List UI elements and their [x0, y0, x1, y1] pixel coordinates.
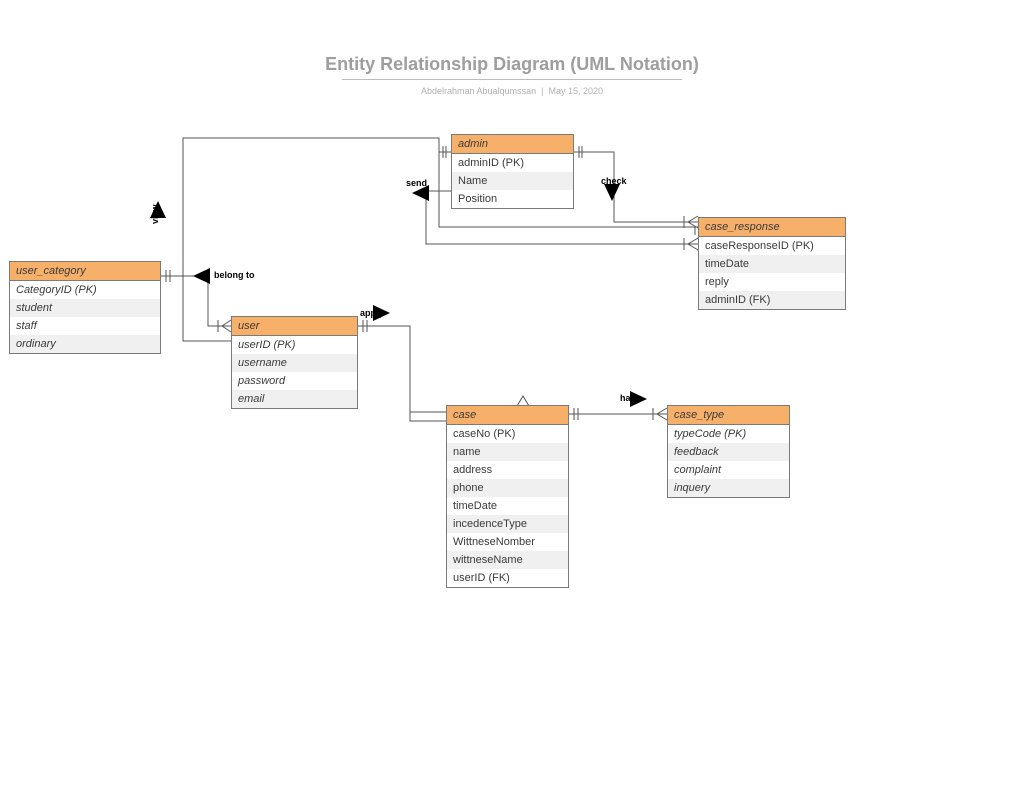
- entity-case-response-title: case_response: [699, 218, 845, 237]
- attr: email: [232, 390, 357, 408]
- rel-belong-to-label: belong to: [214, 270, 255, 280]
- attr: username: [232, 354, 357, 372]
- attr: feedback: [668, 443, 789, 461]
- entity-user-title: user: [232, 317, 357, 336]
- rel-check-label: check: [601, 176, 627, 186]
- attr: incedenceType: [447, 515, 568, 533]
- attr: adminID (FK): [699, 291, 845, 309]
- attr: caseNo (PK): [447, 425, 568, 443]
- attr: Name: [452, 172, 573, 190]
- entity-user[interactable]: user userID (PK) username password email: [231, 316, 358, 409]
- entity-user-category-title: user_category: [10, 262, 160, 281]
- attr: timeDate: [699, 255, 845, 273]
- attr: CategoryID (PK): [10, 281, 160, 299]
- attr: student: [10, 299, 160, 317]
- attr: complaint: [668, 461, 789, 479]
- attr: typeCode (PK): [668, 425, 789, 443]
- attr: timeDate: [447, 497, 568, 515]
- attr: WittneseNomber: [447, 533, 568, 551]
- date: May 15, 2020: [548, 86, 603, 96]
- author: Abdelrahman Abualqumssan: [421, 86, 536, 96]
- attr: Position: [452, 190, 573, 208]
- entity-admin[interactable]: admin adminID (PK) Name Position: [451, 134, 574, 209]
- rel-send-label: send: [406, 178, 427, 188]
- attr: ordinary: [10, 335, 160, 353]
- attr: inquery: [668, 479, 789, 497]
- attr: password: [232, 372, 357, 390]
- diagram-canvas: view belong to send check apply has user…: [0, 96, 1024, 746]
- attr: userID (PK): [232, 336, 357, 354]
- entity-case-type-title: case_type: [668, 406, 789, 425]
- attr: name: [447, 443, 568, 461]
- divider: |: [541, 86, 543, 96]
- entity-user-category[interactable]: user_category CategoryID (PK) student st…: [9, 261, 161, 354]
- entity-admin-title: admin: [452, 135, 573, 154]
- diagram-subtitle: Abdelrahman Abualqumssan | May 15, 2020: [0, 86, 1024, 96]
- title-underline: [342, 79, 682, 80]
- attr: adminID (PK): [452, 154, 573, 172]
- attr: phone: [447, 479, 568, 497]
- entity-case-type[interactable]: case_type typeCode (PK) feedback complai…: [667, 405, 790, 498]
- attr: wittneseName: [447, 551, 568, 569]
- rel-view-label: view: [150, 204, 160, 224]
- entity-case-response[interactable]: case_response caseResponseID (PK) timeDa…: [698, 217, 846, 310]
- attr: caseResponseID (PK): [699, 237, 845, 255]
- entity-case-title: case: [447, 406, 568, 425]
- attr: staff: [10, 317, 160, 335]
- attr: userID (FK): [447, 569, 568, 587]
- attr: address: [447, 461, 568, 479]
- rel-has-label: has: [620, 393, 636, 403]
- diagram-title: Entity Relationship Diagram (UML Notatio…: [0, 54, 1024, 75]
- entity-case[interactable]: case caseNo (PK) name address phone time…: [446, 405, 569, 588]
- attr: reply: [699, 273, 845, 291]
- rel-apply-label: apply: [360, 308, 384, 318]
